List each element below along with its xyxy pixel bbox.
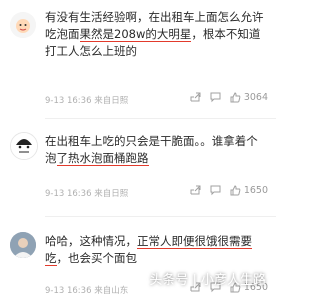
comment-text: 哈哈，这种情况，正常人即便很饿很需要吃，也会买个面包 (45, 233, 267, 267)
thumbs-up-icon (230, 92, 241, 103)
avatar[interactable] (10, 132, 38, 160)
comment-text-start: 哈哈，这种情况， (45, 234, 137, 248)
share-button[interactable] (190, 185, 201, 196)
watermark: 头条号 | 小彦人生路 (149, 273, 266, 288)
avatar[interactable] (10, 232, 36, 258)
thumbs-up-icon (230, 185, 241, 196)
avatar[interactable] (10, 12, 36, 38)
comment-text: 有没有生活经验啊，在出租车上面怎么允许吃泡面果然是208w的大明星，根本不知道打… (45, 9, 267, 60)
like-button[interactable]: 3064 (230, 92, 268, 103)
comment-2: 在出租车上吃的只会是干脆面。。谁拿着个泡了热水泡面桶跑路 9-13 16:36 … (0, 120, 276, 218)
comment-button[interactable] (210, 185, 221, 196)
comment-meta: 9-13 16:36 来自日照 (45, 96, 129, 106)
like-count: 3064 (243, 92, 268, 103)
share-icon (190, 92, 201, 102)
share-icon (190, 185, 201, 195)
like-button[interactable]: 1650 (230, 185, 268, 196)
comment-text: 在出租车上吃的只会是干脆面。。谁拿着个泡了热水泡面桶跑路 (45, 133, 267, 167)
comment-icon (210, 92, 221, 103)
like-count: 1650 (243, 185, 268, 196)
comment-text-end: ，也会买个面包 (56, 251, 138, 265)
comment-actions: 3064 (190, 92, 268, 103)
share-button[interactable] (190, 92, 201, 103)
user-avatar-icon (10, 12, 36, 38)
comment-meta: 9-13 16:36 来自山东 (45, 286, 129, 296)
divider (45, 216, 276, 217)
meme-face-icon (11, 133, 37, 159)
highlighted-phrase: 了热水泡面桶跑路 (56, 151, 149, 166)
comment-1: 有没有生活经验啊，在出租车上面怎么允许吃泡面果然是208w的大明星，根本不知道打… (0, 0, 276, 120)
comment-actions: 1650 (190, 185, 268, 196)
highlighted-phrase: 果然是208w的大明星 (79, 27, 192, 42)
divider (45, 118, 276, 119)
comment-button[interactable] (210, 92, 221, 103)
comment-meta: 9-13 16:36 来自日照 (45, 189, 129, 199)
user-avatar-icon (10, 232, 36, 258)
comment-icon (210, 185, 221, 196)
